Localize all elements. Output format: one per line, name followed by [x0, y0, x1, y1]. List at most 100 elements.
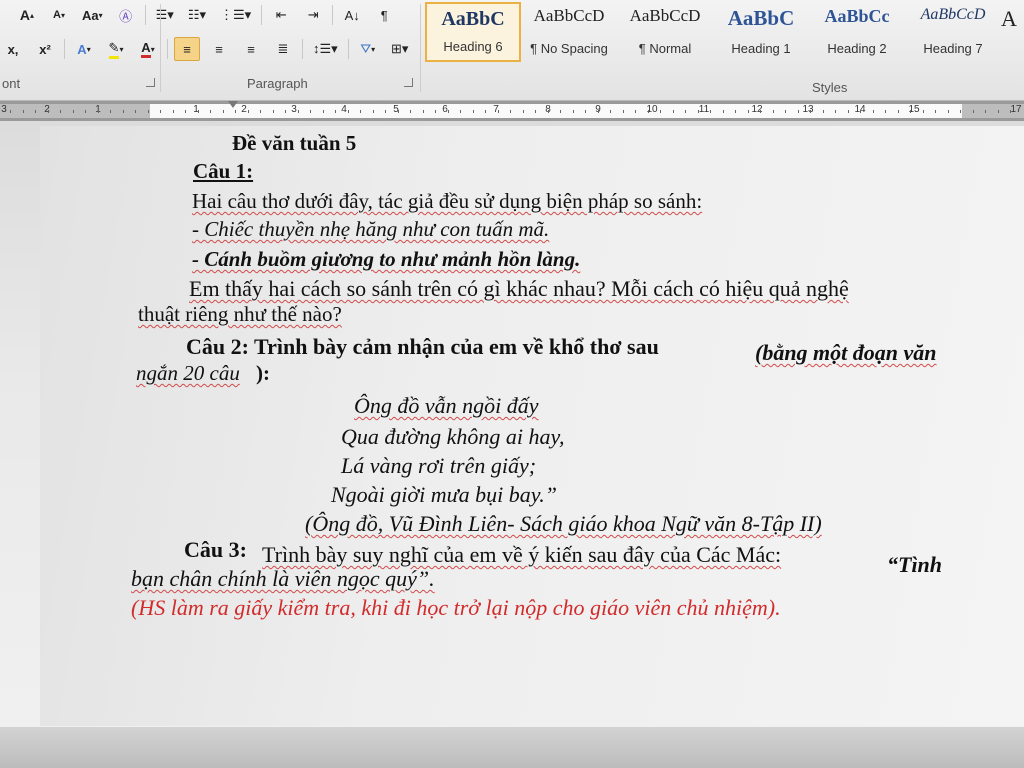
numbering-icon: ☷▾: [187, 7, 207, 22]
line-spacing-button[interactable]: ↕☰▾: [309, 37, 342, 61]
ruler-tick: [885, 110, 886, 113]
shading-button[interactable]: ⛛ ▾: [355, 37, 381, 61]
subscript-button[interactable]: x,: [0, 37, 26, 61]
style-name: Heading 1: [731, 41, 791, 56]
style-name: ¶ Normal: [638, 41, 692, 56]
grow-font-button[interactable]: A ▴: [14, 3, 40, 27]
justify-icon: ≣: [277, 41, 289, 56]
font-color-button[interactable]: A ▾: [135, 37, 161, 61]
superscript-label: x²: [39, 41, 51, 57]
ruler-tick: [460, 110, 461, 113]
style-name: Heading 7: [923, 41, 983, 56]
ruler-tick: [635, 110, 636, 113]
style-heading-1[interactable]: AaBbC Heading 1: [713, 2, 809, 62]
font-row-2: x, x² A ▾ ✎ ▾ A ▾ ≡ ≡ ≡ ≣ ↕☰▾ ⛛ ▾ ⊞▾: [0, 36, 413, 62]
ruler-tick: [597, 110, 599, 113]
ruler-tick: [397, 110, 399, 113]
sort-button[interactable]: A↓: [339, 3, 365, 27]
highlight-button[interactable]: ✎ ▾: [103, 37, 129, 61]
style-name: Heading 6: [443, 39, 503, 54]
style-heading-7[interactable]: AaBbCcD Heading 7: [905, 2, 1001, 62]
style-heading-6[interactable]: AaBbC Heading 6: [425, 2, 521, 62]
show-marks-button[interactable]: ¶: [371, 3, 397, 27]
superscript-button[interactable]: x²: [32, 37, 58, 61]
style-normal[interactable]: AaBbCcD ¶ Normal: [617, 2, 713, 62]
shrink-font-button[interactable]: A ▾: [46, 3, 72, 27]
question-3-label: Câu 3:: [184, 537, 247, 562]
question-1-line-3: thuật riêng như thế nào?: [138, 302, 342, 326]
ruler-tick: [647, 110, 649, 113]
multilevel-list-button[interactable]: ⋮☰▾: [216, 3, 255, 27]
more-styles-preview[interactable]: A: [1001, 0, 1021, 70]
decrease-indent-icon: ⇤: [275, 7, 287, 22]
style-preview: AaBbCcD: [920, 6, 986, 23]
ruler-tick: [997, 110, 999, 113]
ruler-tick: [747, 110, 749, 113]
font-group-label: ont: [2, 76, 21, 91]
bullets-icon: ☰▾: [155, 7, 174, 22]
styles-gallery: AaBbC Heading 6 AaBbCcD ¶ No Spacing AaB…: [425, 0, 1024, 70]
ruler-number: 2: [241, 104, 247, 115]
homework-note: (HS làm ra giấy kiểm tra, khi đi học trở…: [131, 595, 781, 620]
style-name: Heading 2: [827, 41, 887, 56]
align-center-icon: ≡: [215, 41, 223, 57]
ruler-tick: [110, 110, 111, 113]
question-2-label: Câu 2: Trình bày cảm nhận của em về khổ …: [186, 334, 659, 359]
ruler-tick: [710, 110, 711, 113]
decrease-indent-button[interactable]: ⇤: [268, 3, 294, 27]
text-effects-button[interactable]: A ▾: [71, 37, 97, 61]
align-left-button[interactable]: ≡: [174, 37, 200, 61]
ruler-tick: [410, 110, 411, 113]
bullets-button[interactable]: ☰▾: [152, 3, 178, 27]
line-spacing-icon: ↕☰▾: [313, 41, 338, 56]
ruler-number: 11: [698, 104, 710, 115]
style-heading-2[interactable]: AaBbCc Heading 2: [809, 2, 905, 62]
justify-button[interactable]: ≣: [270, 37, 296, 61]
ruler-tick: [585, 110, 586, 113]
ruler-tick: [122, 110, 124, 113]
first-line-indent-marker[interactable]: [228, 101, 238, 108]
ruler-number: 13: [802, 104, 814, 115]
align-right-button[interactable]: ≡: [238, 37, 264, 61]
ruler-tick: [272, 110, 274, 113]
ruler-tick: [497, 110, 499, 113]
change-case-button[interactable]: Aa ▾: [78, 3, 107, 27]
ruler-tick: [860, 110, 861, 113]
grow-font-label: A: [19, 7, 31, 23]
font-dialog-launcher[interactable]: [146, 78, 155, 87]
ruler-tick: [822, 110, 824, 113]
subscript-label: x,: [7, 41, 19, 57]
ruler-tick: [535, 110, 536, 113]
sort-icon: A↓: [344, 7, 360, 23]
ruler-tick: [485, 110, 486, 113]
separator: [144, 5, 146, 25]
clear-formatting-button[interactable]: Ⓐ: [113, 3, 139, 27]
ruler-number: 17: [1010, 104, 1022, 115]
ruler-tick: [672, 110, 674, 113]
ribbon: A ▴ A ▾ Aa ▾ Ⓐ ☰▾ ☷▾ ⋮☰▾ ⇤ ⇥ A↓ ¶ x, x² A ▾ …: [0, 0, 1024, 101]
ruler-tick: [97, 110, 99, 113]
doc-title: Đề văn tuần 5: [232, 131, 357, 155]
numbering-button[interactable]: ☷▾: [184, 3, 210, 27]
ruler-tick: [810, 110, 811, 113]
question-1-label: Câu 1:: [193, 159, 254, 183]
ruler-tick: [160, 110, 161, 113]
font-color-label: A: [141, 40, 151, 58]
style-preview: AaBbCcD: [629, 6, 701, 25]
borders-button[interactable]: ⊞▾: [387, 37, 413, 61]
increase-indent-icon: ⇥: [307, 7, 319, 22]
style-no-spacing[interactable]: AaBbCcD ¶ No Spacing: [521, 2, 617, 62]
ruler-tick: [697, 110, 699, 113]
question-3-text: Trình bày suy nghĩ của em về ý kiến sau …: [262, 542, 782, 567]
horizontal-ruler[interactable]: 32112345678910111213141517: [0, 101, 1024, 121]
paragraph-dialog-launcher[interactable]: [404, 78, 413, 87]
align-center-button[interactable]: ≡: [206, 37, 232, 61]
question-1-quote-1: - Chiếc thuyền nhẹ hăng như con tuấn mã.: [192, 217, 550, 241]
ruler-tick: [347, 110, 349, 113]
ruler-tick: [785, 110, 786, 113]
style-preview: AaBbCc: [824, 6, 890, 26]
separator: [167, 39, 168, 59]
ruler-tick: [310, 110, 311, 113]
increase-indent-button[interactable]: ⇥: [300, 3, 326, 27]
ruler-tick: [197, 110, 199, 113]
